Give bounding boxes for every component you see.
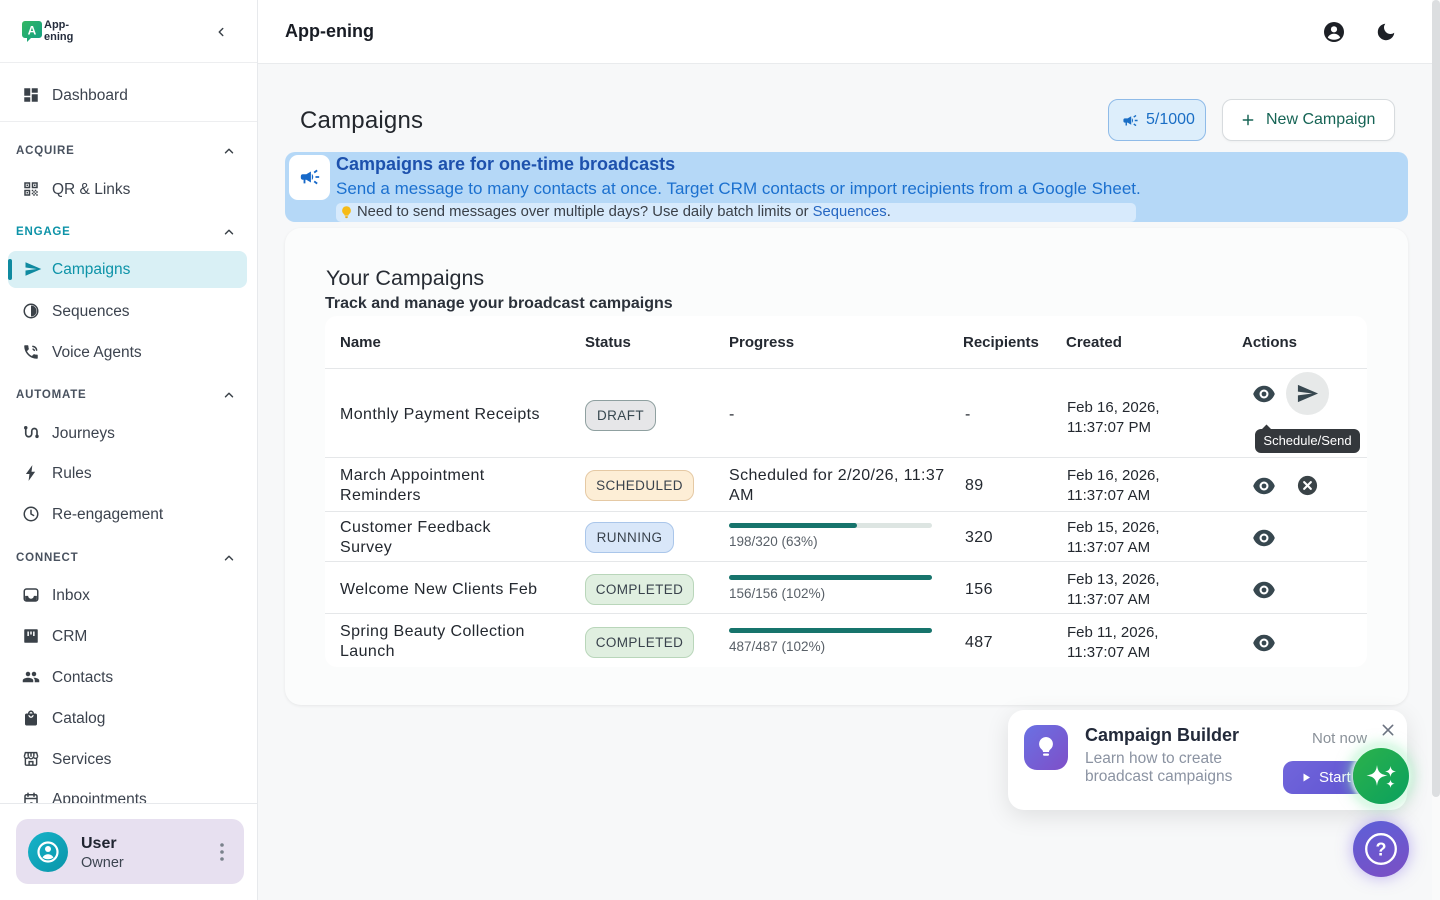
svg-text:?: ?: [1375, 839, 1386, 859]
svg-text:A: A: [28, 24, 37, 38]
